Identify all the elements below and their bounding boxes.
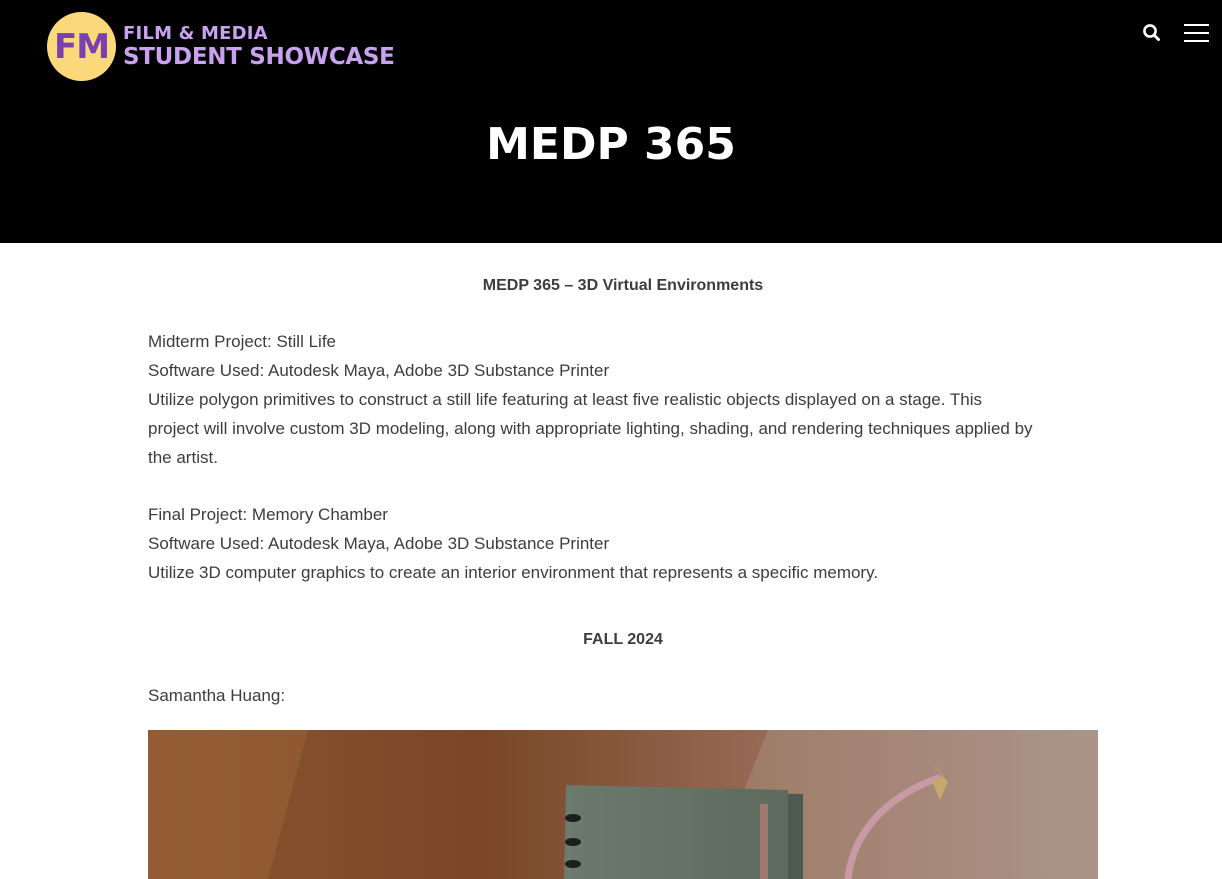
logo-text: FILM & MEDIA STUDENT SHOWCASE bbox=[123, 22, 395, 70]
page-title: MEDP 365 bbox=[486, 119, 736, 170]
student-project-render[interactable] bbox=[148, 730, 1098, 879]
midterm-description-line-2: project will involve custom 3D modeling,… bbox=[148, 419, 1033, 438]
midterm-description-line-3: the artist. bbox=[148, 448, 218, 467]
final-title: Final Project: Memory Chamber bbox=[148, 505, 388, 524]
term-heading: FALL 2024 bbox=[583, 631, 663, 648]
final-description: Utilize 3D computer graphics to create a… bbox=[148, 563, 879, 582]
project-render-image bbox=[148, 730, 1098, 879]
midterm-project-section: Midterm Project: Still Life Software Use… bbox=[148, 327, 1098, 472]
final-software: Software Used: Autodesk Maya, Adobe 3D S… bbox=[148, 534, 610, 553]
site-logo[interactable]: FM FILM & MEDIA STUDENT SHOWCASE bbox=[47, 12, 395, 81]
logo-line-1: FILM & MEDIA bbox=[123, 22, 268, 44]
midterm-description-line-1: Utilize polygon primitives to construct … bbox=[148, 390, 983, 409]
menu-button[interactable] bbox=[1184, 23, 1210, 43]
student-name: Samantha Huang: bbox=[148, 686, 286, 705]
search-icon bbox=[1143, 24, 1160, 41]
logo-line-2: STUDENT SHOWCASE bbox=[123, 43, 395, 70]
site-header: FM FILM & MEDIA STUDENT SHOWCASE MEDP 36… bbox=[0, 0, 1222, 243]
midterm-title: Midterm Project: Still Life bbox=[148, 332, 336, 351]
midterm-software: Software Used: Autodesk Maya, Adobe 3D S… bbox=[148, 361, 610, 380]
search-button[interactable] bbox=[1141, 22, 1163, 44]
final-project-section: Final Project: Memory Chamber Software U… bbox=[148, 500, 1098, 587]
logo-badge: FM bbox=[47, 12, 116, 81]
course-heading: MEDP 365 – 3D Virtual Environments bbox=[482, 277, 764, 294]
